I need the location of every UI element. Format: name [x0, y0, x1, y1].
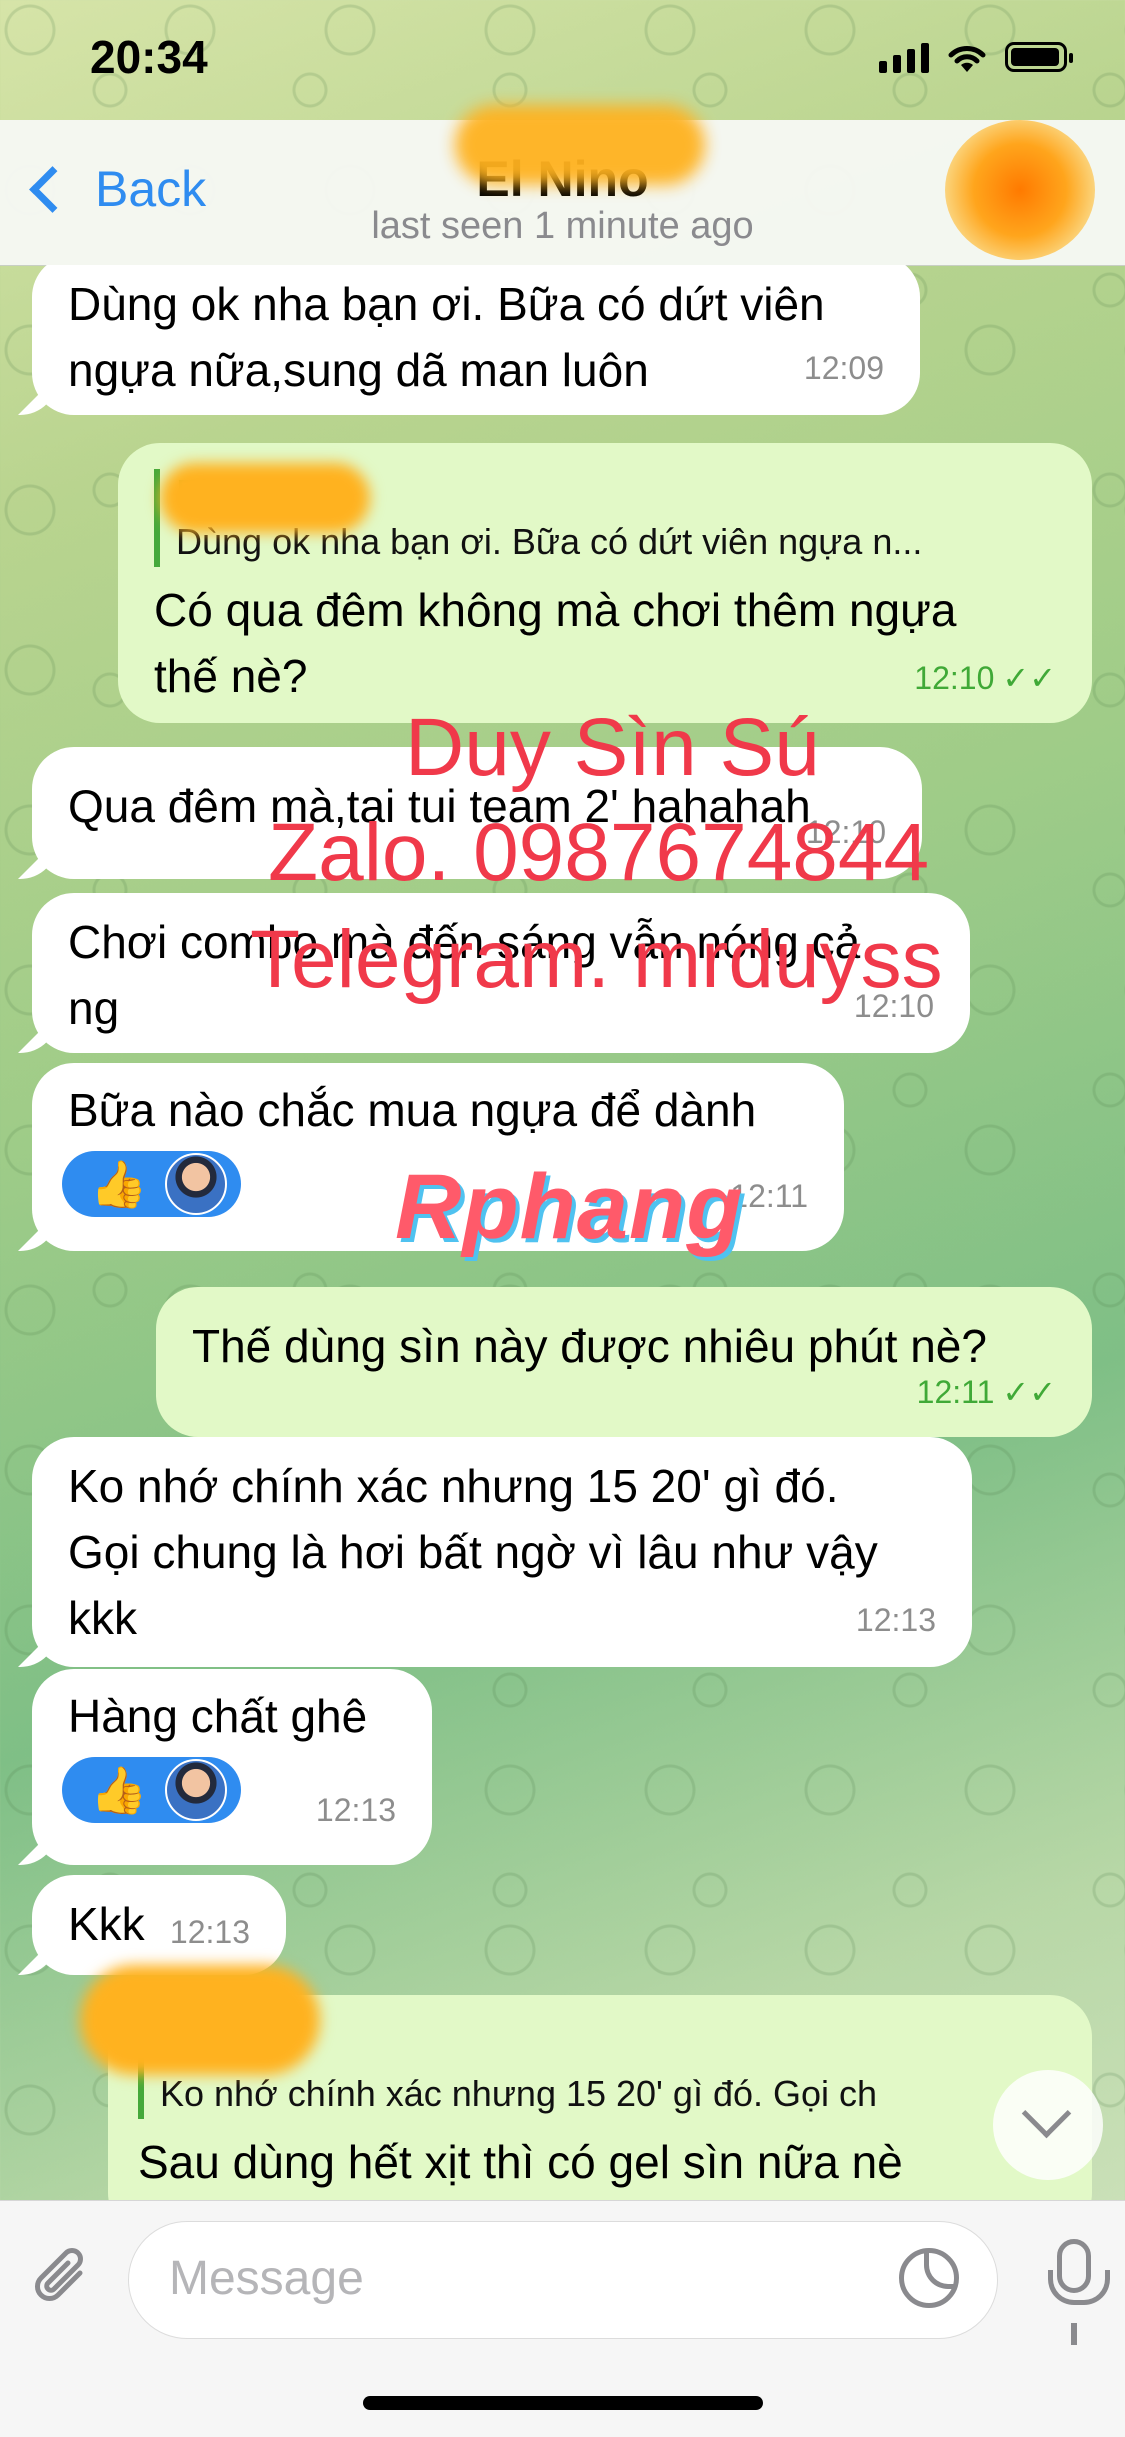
watermark-line: Telegram. mrduyss	[250, 914, 943, 1005]
message-time: 12:09	[803, 350, 884, 386]
double-check-icon: ✓✓	[1002, 660, 1056, 696]
message-time: 12:13	[315, 1792, 396, 1828]
microphone-icon[interactable]	[1048, 2239, 1110, 2305]
home-indicator	[363, 2396, 763, 2410]
sticker-icon[interactable]	[899, 2248, 959, 2308]
message-input-field[interactable]	[128, 2221, 998, 2339]
message-time: 12:13	[855, 1602, 936, 1638]
message-bubble[interactable]: Ko nhớ chính xác nhưng 15 20' gì đó. Gọi…	[32, 1437, 972, 1667]
reply-preview: Ko nhớ chính xác nhưng 15 20' gì đó. Gọi…	[160, 2073, 878, 2114]
watermark-line: Duy Sìn Sú	[405, 702, 820, 793]
wifi-icon	[948, 46, 986, 72]
reaction-chip[interactable]: 👍	[62, 1757, 242, 1823]
battery-icon	[1005, 42, 1073, 72]
message-bubble[interactable]: Hàng chất ghê 👍 12:13	[32, 1669, 432, 1865]
thumbs-up-icon: 👍	[90, 1764, 148, 1816]
attach-icon	[35, 2248, 83, 2301]
message-list[interactable]: Dùng ok nha bạn ơi. Bữa có dứt viên ngựa…	[0, 265, 1125, 2200]
status-time: 20:34	[90, 31, 208, 83]
message-meta: 12:10 ✓✓	[914, 645, 1056, 711]
message-meta: 12:11 ✓✓	[917, 1359, 1056, 1425]
message-input[interactable]	[167, 2250, 871, 2307]
message-bubble-outgoing[interactable]: Thế dùng sìn này được nhiêu phút nè? 12:…	[156, 1287, 1092, 1437]
message-bubble[interactable]: Kkk 12:13	[32, 1875, 286, 1975]
redaction-blur	[80, 1965, 320, 2075]
avatar	[165, 1759, 228, 1821]
message-bubble[interactable]: Dùng ok nha bạn ơi. Bữa có dứt viên ngựa…	[32, 265, 920, 415]
message-text: Ko nhớ chính xác nhưng 15 20' gì đó. Gọi…	[68, 1460, 878, 1644]
status-bar: 20:34	[0, 0, 1125, 120]
message-time: 12:11	[916, 1374, 995, 1410]
reaction-chip[interactable]: 👍	[62, 1151, 242, 1217]
contact-avatar[interactable]	[945, 120, 1095, 260]
status-icons	[879, 40, 1073, 74]
scroll-down-button[interactable]	[993, 2070, 1103, 2180]
message-text: Dùng ok nha bạn ơi. Bữa có dứt viên ngựa…	[68, 278, 825, 396]
redaction-blur	[160, 463, 370, 533]
message-time: 12:13	[169, 1914, 250, 1950]
watermark-line: Zalo. 0987674844	[268, 807, 930, 898]
message-text: Hàng chất ghê	[68, 1690, 368, 1742]
message-time: 12:10	[914, 660, 995, 696]
redaction-blur	[455, 105, 705, 185]
cellular-signal-icon	[879, 41, 929, 73]
message-text: Bữa nào chắc mua ngựa để dành	[68, 1084, 757, 1136]
watermark-logo: Rphang	[395, 1156, 744, 1258]
double-check-icon: ✓✓	[1002, 1374, 1056, 1410]
message-text: Sau dùng hết xịt thì có gel sìn nữa nè	[138, 2136, 903, 2188]
paperclip-icon[interactable]	[28, 2243, 98, 2313]
microphone-stand	[1071, 2323, 1077, 2345]
thumbs-up-icon: 👍	[90, 1158, 148, 1210]
avatar	[165, 1153, 228, 1215]
